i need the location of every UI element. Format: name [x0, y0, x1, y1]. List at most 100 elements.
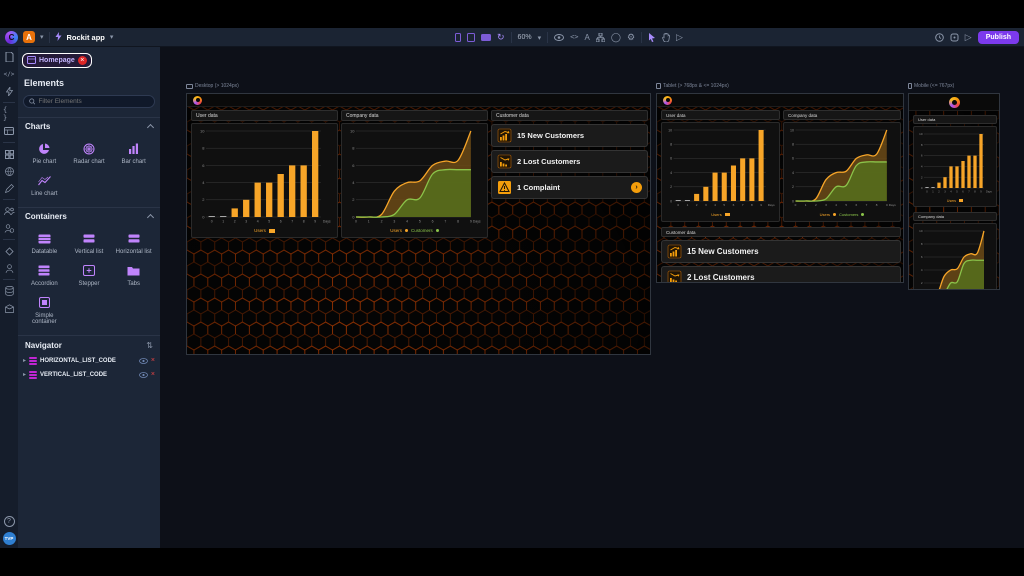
flow-icon[interactable]	[595, 33, 605, 42]
user-data-card-header[interactable]: User data	[913, 115, 997, 124]
visibility-eye-icon[interactable]	[139, 357, 148, 364]
tablet-frame[interactable]: User data 0 2 4 6 8 10 0 1 2 3 4 5 6 7 8 9 Days Users Co…	[656, 93, 904, 283]
desktop-frame[interactable]: User data 0 2 4 6 8 10 0 1 2 3 4 5 6 7 8 9 Days Users Co…	[186, 93, 651, 355]
integrations-icon[interactable]	[3, 245, 15, 257]
app-chevron-icon[interactable]: ▾	[110, 33, 114, 41]
svg-text:6: 6	[856, 203, 858, 207]
company-data-area-chart-widget[interactable]: 02468100123456789Days	[913, 223, 997, 289]
automations-icon[interactable]	[3, 85, 15, 97]
element-datatable[interactable]: Datatable	[22, 232, 67, 255]
user-avatar[interactable]: TVP	[2, 532, 16, 545]
workspace-chevron-icon[interactable]: ▾	[40, 33, 44, 41]
rotate-device-icon[interactable]: ↻	[497, 33, 505, 42]
delete-icon[interactable]: ×	[151, 357, 155, 364]
navigator-row-vertical-list[interactable]: ▸ VERTICAL_LIST_CODE ×	[18, 368, 160, 382]
element-tabs[interactable]: Tabs	[111, 264, 156, 287]
user-data-card-header[interactable]: User data	[661, 110, 780, 120]
company-data-card-header[interactable]: Company data	[783, 110, 901, 120]
element-vertical-list[interactable]: Vertical list	[67, 232, 112, 255]
item-arrow-button[interactable]: ›	[631, 182, 642, 193]
history-icon[interactable]	[934, 32, 944, 42]
design-canvas[interactable]: Desktop (> 1024px) User data 0 2 4 6 8 1…	[160, 47, 1024, 548]
list-item-lost-customers[interactable]: 2 Lost Customers	[661, 266, 901, 282]
filter-elements-input[interactable]	[38, 97, 149, 105]
visibility-eye-icon[interactable]	[139, 371, 148, 378]
roles-icon[interactable]	[3, 222, 15, 234]
list-item-new-customers[interactable]: 15 New Customers	[661, 240, 901, 263]
state-icon[interactable]: { }	[3, 106, 15, 122]
run-play-icon[interactable]: ▷	[676, 33, 683, 42]
device-desktop-icon[interactable]	[481, 34, 491, 41]
element-simple-container[interactable]: Simple container	[22, 296, 67, 325]
element-horizontal-list[interactable]: Horizontal list	[111, 232, 156, 255]
cursor-tool-icon[interactable]	[648, 33, 656, 42]
element-accordion[interactable]: Accordion	[22, 264, 67, 287]
database-icon[interactable]	[3, 285, 15, 297]
user-data-card-header[interactable]: User data	[191, 110, 338, 121]
translate-icon[interactable]: A	[585, 33, 590, 42]
navigator-sort-icon[interactable]: ⇅	[146, 341, 153, 350]
datasources-icon[interactable]	[3, 125, 15, 137]
delete-icon[interactable]: ×	[151, 371, 155, 378]
api-code-icon[interactable]: </>	[3, 68, 15, 80]
package-icon[interactable]	[950, 33, 959, 42]
globe-icon[interactable]	[3, 165, 15, 177]
pages-icon[interactable]	[3, 51, 15, 63]
customer-data-card-header[interactable]: Customer data	[661, 227, 901, 237]
element-bar-chart[interactable]: Bar chart	[111, 142, 156, 165]
archive-box-icon[interactable]	[3, 302, 15, 314]
preview-eye-icon[interactable]	[554, 34, 565, 41]
tab-homepage[interactable]: Homepage ×	[22, 52, 92, 68]
expand-chevron-icon[interactable]: ▸	[23, 371, 26, 378]
settings-gear-icon[interactable]: ⚙	[627, 33, 635, 42]
navigator-header[interactable]: Navigator ⇅	[18, 334, 160, 354]
device-tablet-icon[interactable]	[467, 33, 475, 42]
company-data-card-header[interactable]: Company data	[913, 212, 997, 221]
code-icon[interactable]: <>	[570, 34, 578, 41]
list-item-complaint[interactable]: 1 Complaint ›	[491, 176, 648, 199]
zoom-level[interactable]: 60%	[518, 34, 532, 41]
svg-text:5: 5	[268, 220, 270, 224]
app-name[interactable]: Rockit app	[67, 33, 105, 42]
user-data-bar-chart-widget[interactable]: 0 2 4 6 8 10 0 1 2 3 4 5 6 7 8 9 Days Users	[191, 123, 338, 238]
filter-elements-field[interactable]	[23, 94, 155, 108]
company-data-card-header[interactable]: Company data	[341, 110, 488, 121]
preview-navbar[interactable]	[909, 94, 999, 111]
company-data-area-chart-widget[interactable]: 0 2 4 6 8 10 0 1 2 3 4 5 6 7 8 9 Days Users Customers	[341, 123, 488, 238]
customer-data-card-header[interactable]: Customer data	[491, 110, 648, 121]
app-logo-icon[interactable]: C	[5, 30, 18, 44]
preview-navbar[interactable]	[187, 94, 650, 107]
element-radar-chart[interactable]: Radar chart	[67, 142, 112, 165]
svg-text:2: 2	[670, 185, 672, 189]
user-data-bar-chart-widget[interactable]: 0 2 4 6 8 10 0 1 2 3 4 5 6 7 8 9 Days Users	[913, 126, 997, 207]
navigator-row-horizontal-list[interactable]: ▸ HORIZONTAL_LIST_CODE ×	[18, 354, 160, 368]
users-icon[interactable]	[3, 205, 15, 217]
tab-close-icon[interactable]: ×	[77, 55, 87, 65]
apps-grid-icon[interactable]	[3, 148, 15, 160]
zoom-chevron-icon[interactable]: ▾	[538, 34, 542, 42]
mobile-frame[interactable]: User data 0 2 4 6 8 10 0 1 2 3 4 5 6 7 8 9 Days Users Co…	[908, 93, 1000, 290]
list-item-new-customers[interactable]: 15 New Customers	[491, 124, 648, 147]
element-line-chart[interactable]: Line chart	[22, 174, 67, 197]
charts-section-header[interactable]: Charts	[18, 116, 160, 135]
user-data-bar-chart-widget[interactable]: 0 2 4 6 8 10 0 1 2 3 4 5 6 7 8 9 Days Users	[661, 122, 780, 222]
preview-play-icon[interactable]: ▷	[965, 32, 972, 42]
theme-icon[interactable]: ◯	[611, 33, 621, 42]
expand-chevron-icon[interactable]: ▸	[23, 357, 26, 364]
preview-navbar[interactable]	[657, 94, 903, 107]
collapse-chevron-icon[interactable]	[146, 123, 155, 132]
profile-icon[interactable]	[3, 262, 15, 274]
element-stepper[interactable]: Stepper	[67, 264, 112, 287]
hand-tool-icon[interactable]	[662, 33, 670, 42]
svg-text:3: 3	[825, 203, 827, 207]
element-pie-chart[interactable]: Pie chart	[22, 142, 67, 165]
containers-section-header[interactable]: Containers	[18, 206, 160, 225]
help-icon[interactable]: ?	[3, 516, 15, 527]
publish-button[interactable]: Publish	[977, 30, 1019, 44]
list-item-lost-customers[interactable]: 2 Lost Customers	[491, 150, 648, 173]
design-pen-icon[interactable]	[3, 182, 15, 194]
collapse-chevron-icon[interactable]	[146, 213, 155, 222]
company-data-area-chart-widget[interactable]: 0 2 4 6 8 10 0 1 2 3 4 5 6 7 8 9 Days Users Customers	[783, 122, 901, 222]
device-mobile-icon[interactable]	[455, 33, 461, 42]
workspace-badge[interactable]: A	[23, 31, 35, 43]
